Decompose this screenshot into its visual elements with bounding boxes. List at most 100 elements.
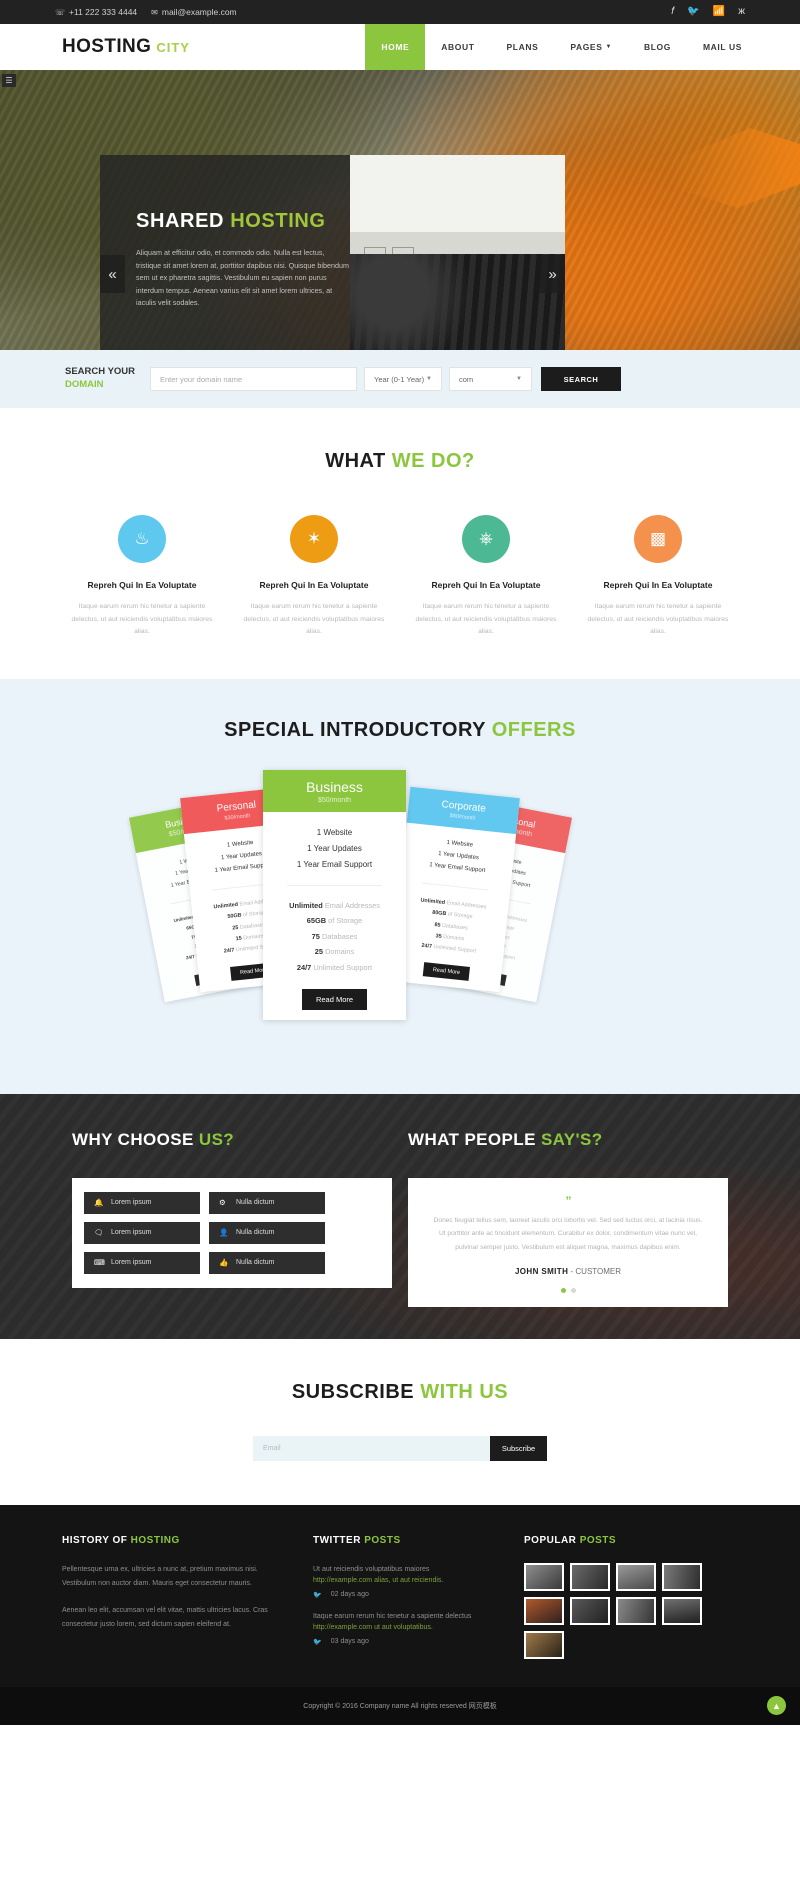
pricing-card-business-featured[interactable]: Business $50/month 1 Website 1 Year Upda… bbox=[263, 769, 406, 1021]
title-accent: WE DO? bbox=[391, 450, 475, 472]
domain-search-bar: SEARCH YOUR DOMAIN Enter your domain nam… bbox=[0, 350, 800, 408]
popular-thumb[interactable] bbox=[570, 1597, 610, 1626]
tweet-ago: 03 days ago bbox=[330, 1638, 369, 1646]
testimonials-column: WHAT PEOPLE SAY'S? ” Donec feugiat tellu… bbox=[408, 1130, 728, 1308]
hero-title: SHARED HOSTING bbox=[136, 210, 350, 233]
nav-item-home[interactable]: HOME bbox=[365, 24, 426, 70]
nav-item-pages[interactable]: PAGES ▼ bbox=[554, 24, 628, 70]
nav-item-about[interactable]: ABOUT bbox=[425, 24, 490, 70]
tweet-meta: 🐦 03 days ago bbox=[313, 1638, 498, 1646]
top-bar-contacts: ☏ +11 222 333 4444 ✉ mail@example.com bbox=[55, 7, 237, 17]
chip-nulla-user[interactable]: 👤 Nulla dictum bbox=[209, 1221, 325, 1244]
popular-thumb[interactable] bbox=[662, 1563, 702, 1592]
offers-section: SPECIAL INTRODUCTORY OFFERS Business $50… bbox=[0, 678, 800, 1094]
chip-label: Nulla dictum bbox=[236, 1229, 275, 1237]
chevron-down-icon: ▼ bbox=[605, 44, 613, 50]
feature-item: ▩ Repreh Qui In Ea Voluptate Itaque earu… bbox=[572, 515, 744, 639]
email-contact[interactable]: ✉ mail@example.com bbox=[151, 7, 236, 17]
chip-nulla-gear[interactable]: ⚙ Nulla dictum bbox=[209, 1191, 325, 1214]
popular-thumb[interactable] bbox=[616, 1597, 656, 1626]
feature-text: Itaque earum rerum hic tenetur a sapient… bbox=[415, 603, 557, 636]
chip-lorem-comments[interactable]: 🗨 Lorem ipsum bbox=[84, 1221, 200, 1244]
tweet-link[interactable]: http://example.com ut aut voluptatibus. bbox=[313, 1624, 498, 1631]
tweet-link[interactable]: http://example.com alias, ut aut reicien… bbox=[313, 1577, 498, 1584]
rss-icon[interactable]: 📶 bbox=[713, 7, 725, 17]
divider bbox=[287, 884, 382, 886]
hero-slide: SHARED HOSTING Aliquam at efficitur odio… bbox=[100, 155, 565, 350]
why-choose-title: WHY CHOOSE US? bbox=[72, 1130, 392, 1150]
popular-thumb[interactable] bbox=[524, 1563, 564, 1592]
plan-feature: 1 Website bbox=[316, 827, 353, 837]
slider-prev-button[interactable]: « bbox=[100, 255, 125, 293]
hero-text: SHARED HOSTING Aliquam at efficitur odio… bbox=[100, 155, 350, 310]
author-role: - CUSTOMER bbox=[570, 1267, 622, 1277]
title-main: SPECIAL INTRODUCTORY bbox=[224, 718, 486, 741]
domain-search-button[interactable]: SEARCH bbox=[541, 367, 621, 391]
plan-name: Business bbox=[306, 778, 363, 795]
gear-icon: ⚙ bbox=[219, 1198, 226, 1208]
popular-thumb[interactable] bbox=[524, 1597, 564, 1626]
nav-item-blog[interactable]: BLOG bbox=[628, 24, 687, 70]
twitter-icon[interactable]: 🐦 bbox=[687, 7, 699, 17]
vk-icon[interactable]: ж bbox=[738, 7, 745, 17]
phone-contact[interactable]: ☏ +11 222 333 4444 bbox=[55, 7, 137, 17]
plan-feature: 1 Year Email Support bbox=[296, 859, 373, 869]
testimonials-title: WHAT PEOPLE SAY'S? bbox=[408, 1130, 728, 1150]
popular-thumb[interactable] bbox=[524, 1631, 564, 1660]
thumbs-up-icon: 👍 bbox=[219, 1258, 229, 1268]
testimonial-dots bbox=[430, 1288, 706, 1294]
year-select[interactable]: Year (0-1 Year) ▼ bbox=[364, 367, 442, 391]
top-bar: ☏ +11 222 333 4444 ✉ mail@example.com 𝑓 … bbox=[0, 0, 800, 24]
heading-accent: POSTS bbox=[364, 1535, 401, 1547]
hero-slider: ☰ SHARED HOSTING Aliquam at efficitur od… bbox=[0, 70, 800, 350]
main-nav: HOME ABOUT PLANS PAGES ▼ BLOG MAIL US bbox=[365, 24, 800, 70]
popular-thumb[interactable] bbox=[662, 1597, 702, 1626]
nav-item-plans[interactable]: PLANS bbox=[491, 24, 555, 70]
slider-next-button[interactable]: » bbox=[540, 255, 565, 293]
heading-accent: POSTS bbox=[579, 1535, 617, 1547]
subscribe-email-input[interactable]: Email bbox=[253, 1436, 490, 1462]
footer-history-column: HISTORY OF HOSTING Pellentesque urna ex,… bbox=[62, 1535, 287, 1659]
social-links: 𝑓 🐦 📶 ж bbox=[671, 7, 745, 17]
read-more-button[interactable]: Read More bbox=[423, 961, 470, 981]
why-choose-box: 🔔 Lorem ipsum ⚙ Nulla dictum 🗨 Lorem ipsum … bbox=[72, 1177, 392, 1288]
footer-history-heading: HISTORY OF HOSTING bbox=[62, 1535, 287, 1546]
author-name: JOHN SMITH bbox=[514, 1267, 569, 1277]
chip-lorem-bell[interactable]: 🔔 Lorem ipsum bbox=[84, 1191, 200, 1214]
testimonial-dot-active[interactable] bbox=[560, 1288, 566, 1294]
read-more-button[interactable]: Read More bbox=[301, 989, 368, 1011]
popular-thumbs bbox=[524, 1563, 724, 1660]
logo-main: HOSTING bbox=[62, 36, 152, 57]
tweet-item: Itaque earum rerum hic tenetur a sapient… bbox=[313, 1610, 498, 1646]
heading-accent: HOSTING bbox=[130, 1535, 180, 1547]
domain-name-input[interactable]: Enter your domain name bbox=[150, 367, 357, 391]
facebook-icon[interactable]: 𝑓 bbox=[671, 7, 674, 17]
popular-thumb[interactable] bbox=[616, 1563, 656, 1592]
anchor-icon: ♨ bbox=[118, 515, 166, 563]
chip-lorem-keyboard[interactable]: ⌨ Lorem ipsum bbox=[84, 1251, 200, 1274]
card-body: 1 Website 1 Year Updates 1 Year Email Su… bbox=[390, 822, 516, 991]
card-head: Business $50/month bbox=[263, 769, 406, 812]
comments-icon: 🗨 bbox=[94, 1228, 104, 1238]
title-main: WHY CHOOSE bbox=[72, 1129, 194, 1149]
nav-item-mail-us[interactable]: MAIL US bbox=[687, 24, 758, 70]
tld-select[interactable]: com ▼ bbox=[449, 367, 532, 391]
router-led bbox=[458, 281, 462, 285]
subscribe-form: Email Subscribe bbox=[0, 1436, 800, 1462]
site-logo[interactable]: HOSTING CITY bbox=[62, 24, 190, 70]
hero-paragraph: Aliquam at efficitur odio, et commodo od… bbox=[136, 248, 349, 308]
subscribe-button[interactable]: Subscribe bbox=[490, 1436, 547, 1462]
chip-nulla-thumbs-up[interactable]: 👍 Nulla dictum bbox=[209, 1251, 325, 1274]
router-port bbox=[392, 247, 414, 264]
pricing-cards: Business $50/month 1 Website 1 Year Upda… bbox=[0, 769, 800, 1060]
testimonial-text: Donec feugiat tellus sem, laoreet iaculi… bbox=[433, 1216, 703, 1251]
twitter-icon: 🐦 bbox=[313, 1591, 322, 1599]
site-header: HOSTING CITY HOME ABOUT PLANS PAGES ▼ BLO… bbox=[0, 24, 800, 70]
chip-label: Lorem ipsum bbox=[111, 1259, 152, 1267]
popular-thumb[interactable] bbox=[570, 1563, 610, 1592]
feature-heading: Repreh Qui In Ea Voluptate bbox=[87, 580, 197, 590]
pricing-card-corporate[interactable]: Corporate $80/month 1 Website 1 Year Upd… bbox=[390, 786, 520, 992]
testimonial-dot[interactable] bbox=[570, 1288, 576, 1294]
tweet-text: Ut aut reiciendis voluptatibus maiores bbox=[313, 1566, 430, 1574]
plan-specs: Unlimited Email Addresses 65GB of Storag… bbox=[289, 900, 380, 972]
